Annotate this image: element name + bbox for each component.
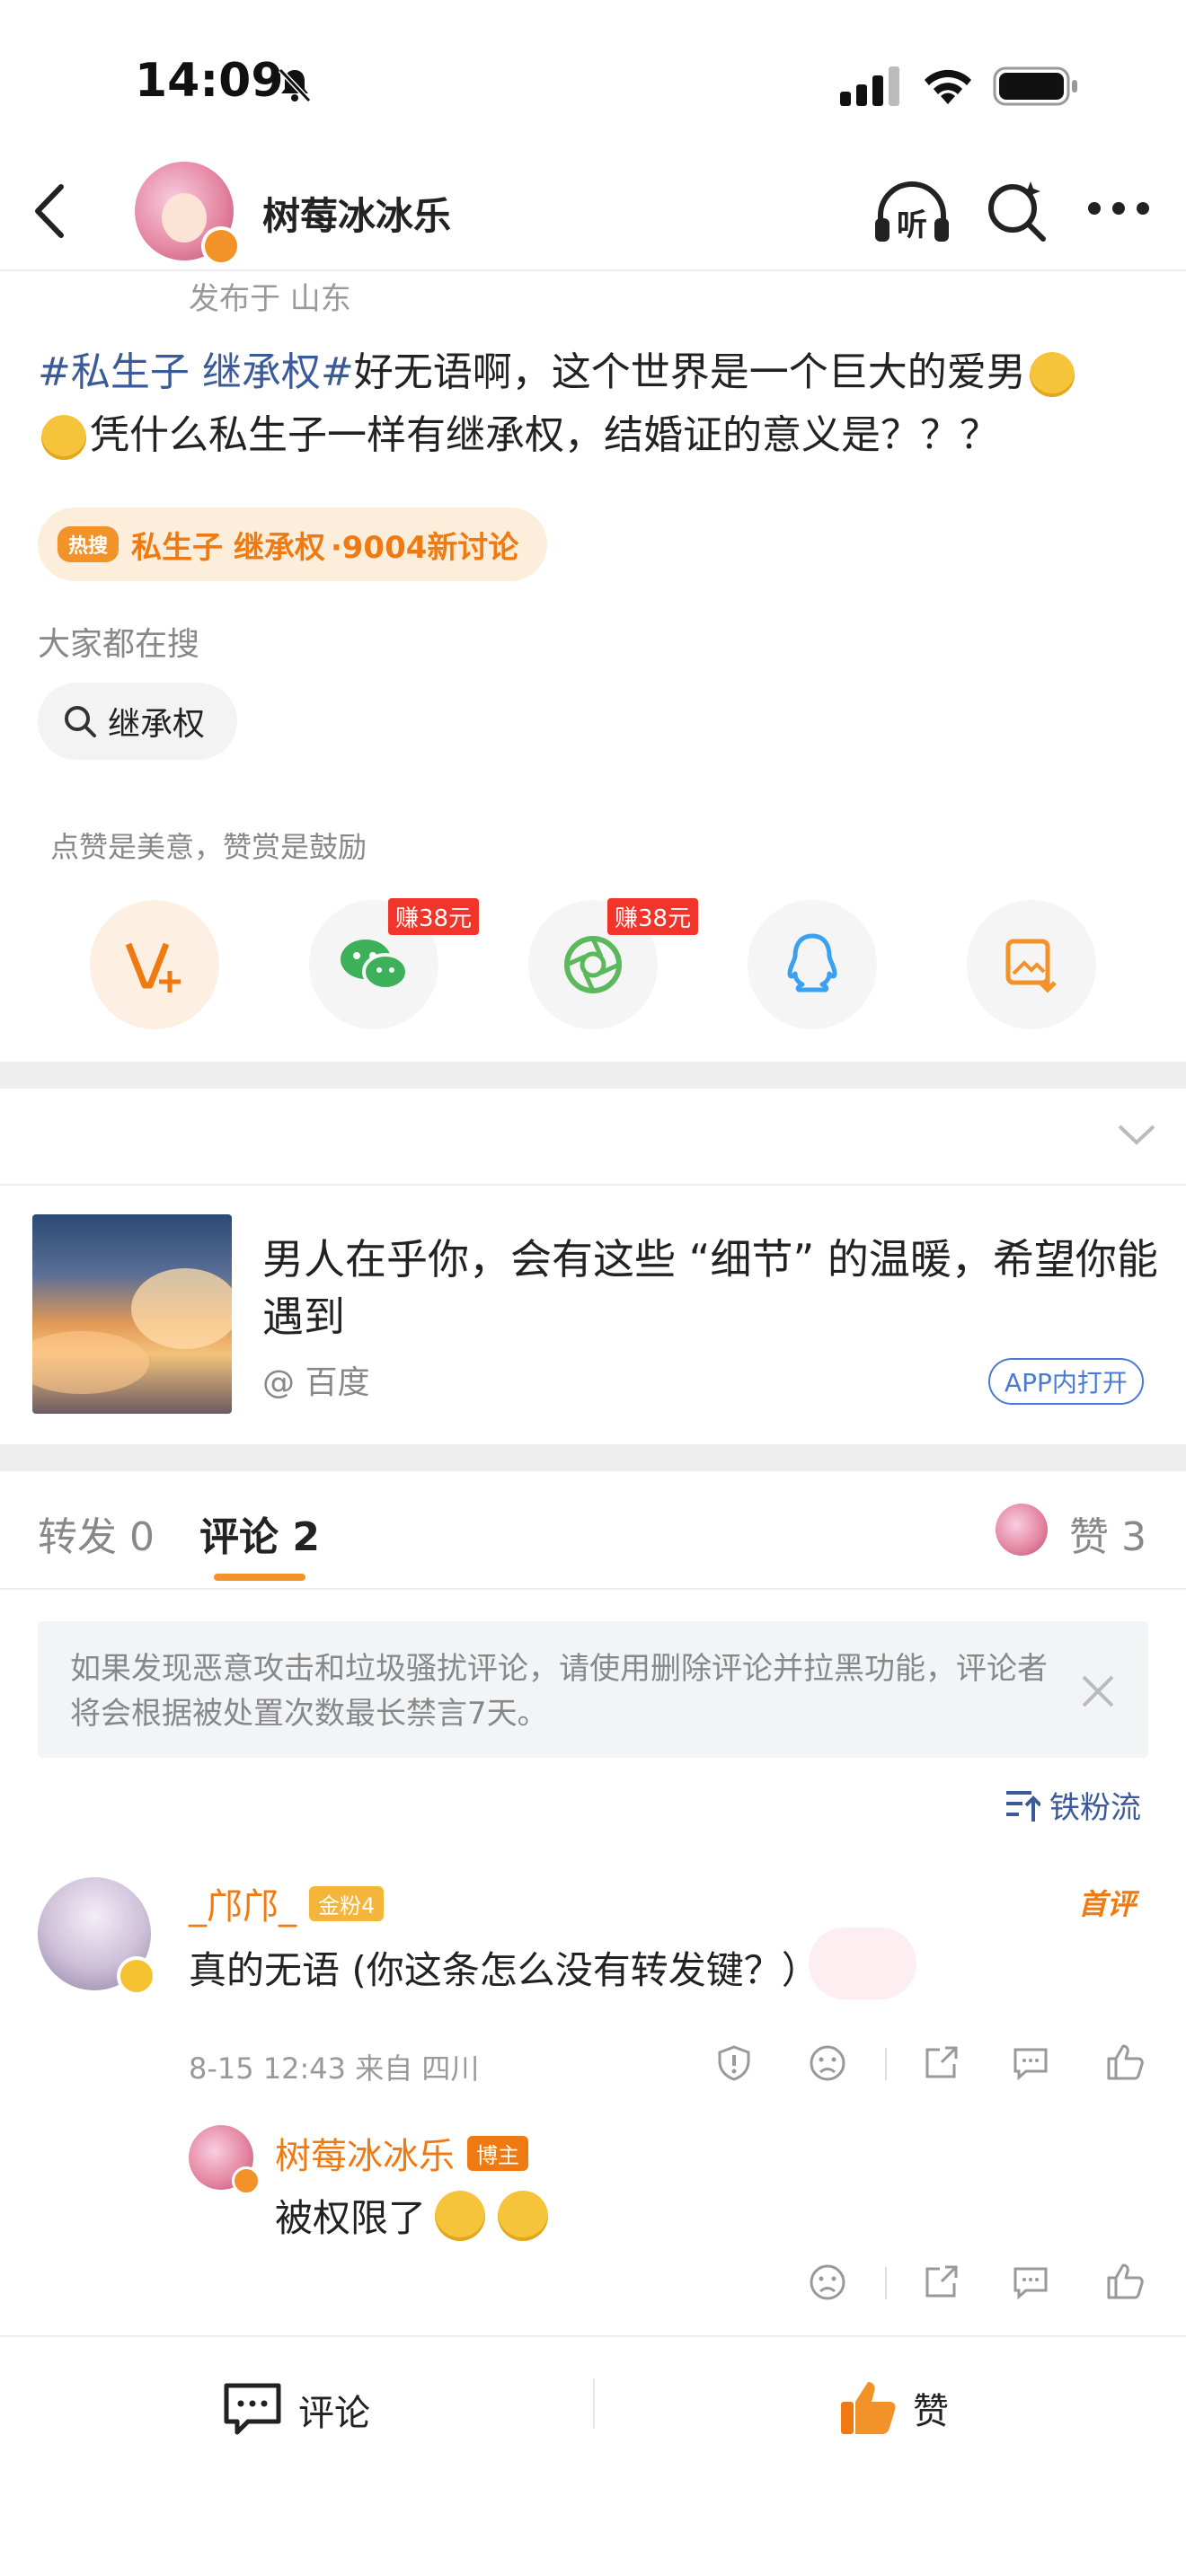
- like-button-label: 赞: [913, 2391, 949, 2432]
- comment-button[interactable]: 评论: [223, 2382, 370, 2438]
- close-notice-icon[interactable]: [1080, 1673, 1116, 1709]
- sort-button[interactable]: 铁粉流: [1005, 1783, 1141, 1827]
- dislike-face-icon[interactable]: [809, 2044, 846, 2082]
- author-name[interactable]: 树莓冰冰乐: [262, 186, 451, 241]
- sort-label: 铁粉流: [1049, 1790, 1141, 1826]
- tip-hint-text: 点赞是美意，赞赏是鼓励: [50, 830, 367, 864]
- tip-button[interactable]: [90, 900, 219, 1029]
- hot-topic-name: 私生子 继承权: [131, 529, 325, 566]
- back-chevron-icon[interactable]: [27, 180, 72, 243]
- tab-likes[interactable]: 赞 3: [1069, 1504, 1146, 1562]
- wechat-earn-badge: 赚38元: [388, 898, 480, 935]
- comment-meta: 8-15 12:43 来自 四川: [189, 2051, 480, 2086]
- section-divider: [0, 1444, 1186, 1471]
- verified-badge-icon: [232, 2166, 261, 2195]
- collapse-chevron-icon[interactable]: [1116, 1121, 1157, 1148]
- author-badge: 博主: [467, 2135, 528, 2171]
- dislike-face-icon[interactable]: [809, 2263, 846, 2301]
- reply-comment-icon[interactable]: [1012, 2044, 1049, 2082]
- comment-header: _邝邝_ 金粉4: [189, 1877, 385, 1929]
- share-comment-icon[interactable]: [922, 2044, 960, 2082]
- search-suggestion-chip[interactable]: 继承权: [38, 683, 238, 760]
- crying-face-emoji-icon: [498, 2190, 549, 2241]
- like-reply-icon[interactable]: [1105, 2262, 1145, 2301]
- reply-header: 树莓冰冰乐 博主: [275, 2127, 528, 2179]
- listen-label: 听: [897, 207, 927, 243]
- save-image-button[interactable]: [967, 900, 1096, 1029]
- sort-icon: [1006, 1790, 1040, 1822]
- action-separator: [885, 2048, 887, 2080]
- thumbs-up-icon: [841, 2382, 896, 2434]
- notice-text: 如果发现恶意攻击和垃圾骚扰评论，请使用删除评论并拉黑功能，评论者将会根据被处置次…: [70, 1651, 1048, 1732]
- qq-icon: [787, 933, 837, 992]
- reply-to-reply-icon[interactable]: [1012, 2263, 1049, 2301]
- post-text-part-2: 凭什么私生子一样有继承权，结婚证的意义是？？？: [90, 412, 999, 458]
- crying-face-emoji-icon: [435, 2190, 486, 2241]
- reply-text-row: 被权限了: [275, 2188, 552, 2243]
- like-button[interactable]: 赞: [837, 2377, 949, 2439]
- hot-search-pill[interactable]: 热搜 私生子 继承权 ·9004新讨论: [38, 507, 548, 581]
- first-comment-tag: 首评: [1078, 1887, 1137, 1921]
- comment-text: 真的无语 (你这条怎么没有转发键？）: [189, 1948, 819, 1992]
- moments-icon: [564, 936, 622, 993]
- article-thumbnail: [32, 1214, 232, 1414]
- verified-badge-icon: [117, 1956, 156, 1996]
- moments-earn-badge: 赚38元: [607, 898, 699, 935]
- verified-badge-icon: [201, 226, 241, 266]
- section-divider: [0, 1062, 1186, 1089]
- post-text: #私生子 继承权#好无语啊，这个世界是一个巨大的爱男 凭什么私生子一样有继承权，…: [38, 341, 1161, 467]
- search-icon: [65, 706, 96, 737]
- reply-text: 被权限了: [275, 2196, 427, 2240]
- save-image-icon: [1005, 939, 1057, 993]
- wifi-icon: [921, 63, 975, 108]
- comment-button-label: 评论: [298, 2393, 370, 2434]
- tip-v-icon: [125, 942, 181, 992]
- tab-repost[interactable]: 转发 0: [38, 1504, 155, 1562]
- article-title[interactable]: 男人在乎你，会有这些 “细节” 的温暖，希望你能遇到: [262, 1231, 1161, 1345]
- liker-avatar: [996, 1504, 1048, 1556]
- comment-bubble-decoration: [809, 1928, 916, 1999]
- cellular-signal-icon: [840, 66, 903, 106]
- comment-notice-box: 如果发现恶意攻击和垃圾骚扰评论，请使用删除评论并拉黑功能，评论者将会根据被处置次…: [38, 1621, 1148, 1758]
- shy-face-emoji-icon: [1029, 352, 1075, 397]
- battery-icon: [993, 66, 1079, 106]
- wechat-icon: [341, 940, 409, 991]
- open-in-app-button[interactable]: APP内打开: [988, 1358, 1144, 1405]
- article-source: @ 百度: [262, 1364, 370, 1401]
- status-time: 14:09: [135, 54, 284, 108]
- mute-bell-icon: [275, 65, 314, 104]
- listen-button[interactable]: 听: [872, 175, 952, 247]
- commenter-name[interactable]: _邝邝_: [189, 1877, 296, 1929]
- fan-level-badge: 金粉4: [309, 1885, 385, 1921]
- bottom-bar-divider: [593, 2378, 595, 2429]
- hot-search-badge: 热搜: [58, 526, 119, 562]
- tab-comments[interactable]: 评论 2: [199, 1504, 320, 1562]
- share-qq-button[interactable]: [748, 900, 877, 1029]
- more-dots-icon[interactable]: [1087, 199, 1150, 217]
- hot-topic-count: ·9004新讨论: [330, 529, 519, 566]
- shy-face-emoji-icon: [41, 415, 86, 460]
- post-topic-link[interactable]: #私生子 继承权#: [38, 349, 354, 395]
- tab-active-indicator: [214, 1574, 305, 1581]
- search-sparkle-icon[interactable]: [984, 178, 1049, 243]
- comment-bubble-icon: [224, 2383, 281, 2435]
- reply-author-name[interactable]: 树莓冰冰乐: [275, 2127, 455, 2179]
- divider-line: [0, 1184, 1186, 1186]
- divider-line: [0, 1588, 1186, 1590]
- search-suggestion-text: 继承权: [108, 706, 206, 743]
- like-comment-icon[interactable]: [1105, 2042, 1145, 2082]
- share-reply-icon[interactable]: [922, 2263, 960, 2301]
- report-icon[interactable]: [715, 2044, 753, 2082]
- search-section-title: 大家都在搜: [38, 626, 200, 663]
- post-location: 发布于 山东: [189, 281, 351, 317]
- bottom-action-bar: 评论 赞: [0, 2335, 1186, 2490]
- action-separator: [885, 2267, 887, 2299]
- post-text-part-1: 好无语啊，这个世界是一个巨大的爱男: [353, 349, 1026, 395]
